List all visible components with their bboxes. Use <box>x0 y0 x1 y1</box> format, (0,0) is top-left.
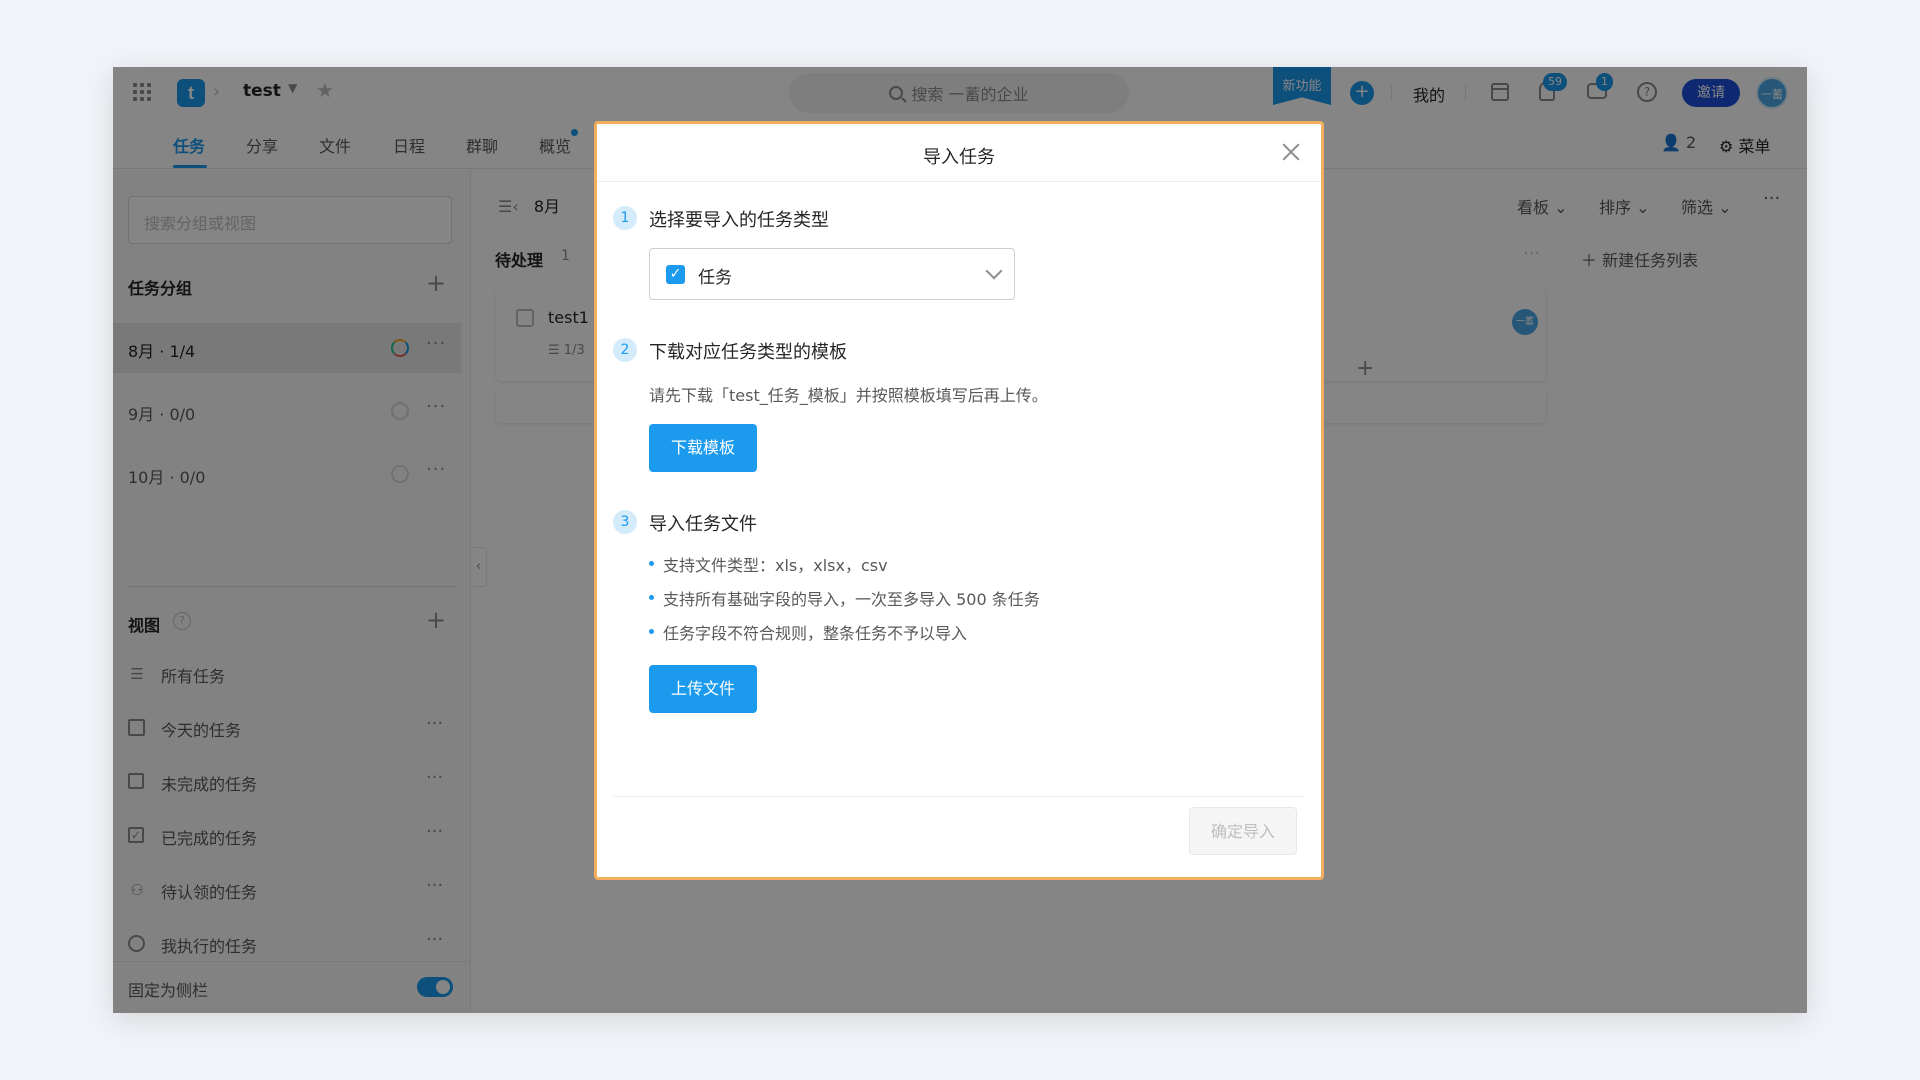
chevron-down-icon <box>985 262 1003 280</box>
step-3-number: 3 <box>613 510 637 534</box>
close-icon[interactable] <box>1279 140 1303 164</box>
upload-file-button[interactable]: 上传文件 <box>649 665 757 713</box>
step-2-number: 2 <box>613 338 637 362</box>
task-type-select[interactable]: ✓ 任务 <box>649 248 1015 300</box>
modal-title: 导入任务 <box>923 147 995 168</box>
modal-header: 导入任务 <box>597 124 1321 182</box>
field-import-rule: 支持所有基础字段的导入，一次至多导入 500 条任务 <box>649 586 1040 610</box>
step-3-title: 导入任务文件 <box>649 514 757 535</box>
step-1-title: 选择要导入的任务类型 <box>649 210 829 231</box>
task-type-value: 任务 <box>698 268 732 288</box>
modal-footer-divider <box>613 796 1305 797</box>
import-task-modal: 导入任务 1 选择要导入的任务类型 ✓ 任务 2 下载对应任务类型的模板 请先下… <box>594 121 1324 880</box>
checkbox-checked-icon: ✓ <box>666 265 685 284</box>
invalid-field-rule: 任务字段不符合规则，整条任务不予以导入 <box>649 620 967 644</box>
step-2-title: 下载对应任务类型的模板 <box>649 342 847 363</box>
confirm-import-button[interactable]: 确定导入 <box>1189 807 1297 855</box>
step-1-number: 1 <box>613 206 637 230</box>
file-type-rule: 支持文件类型：xls，xlsx，csv <box>649 552 888 576</box>
template-hint: 请先下载「test_任务_模板」并按照模板填写后再上传。 <box>649 386 1048 405</box>
download-template-button[interactable]: 下载模板 <box>649 424 757 472</box>
